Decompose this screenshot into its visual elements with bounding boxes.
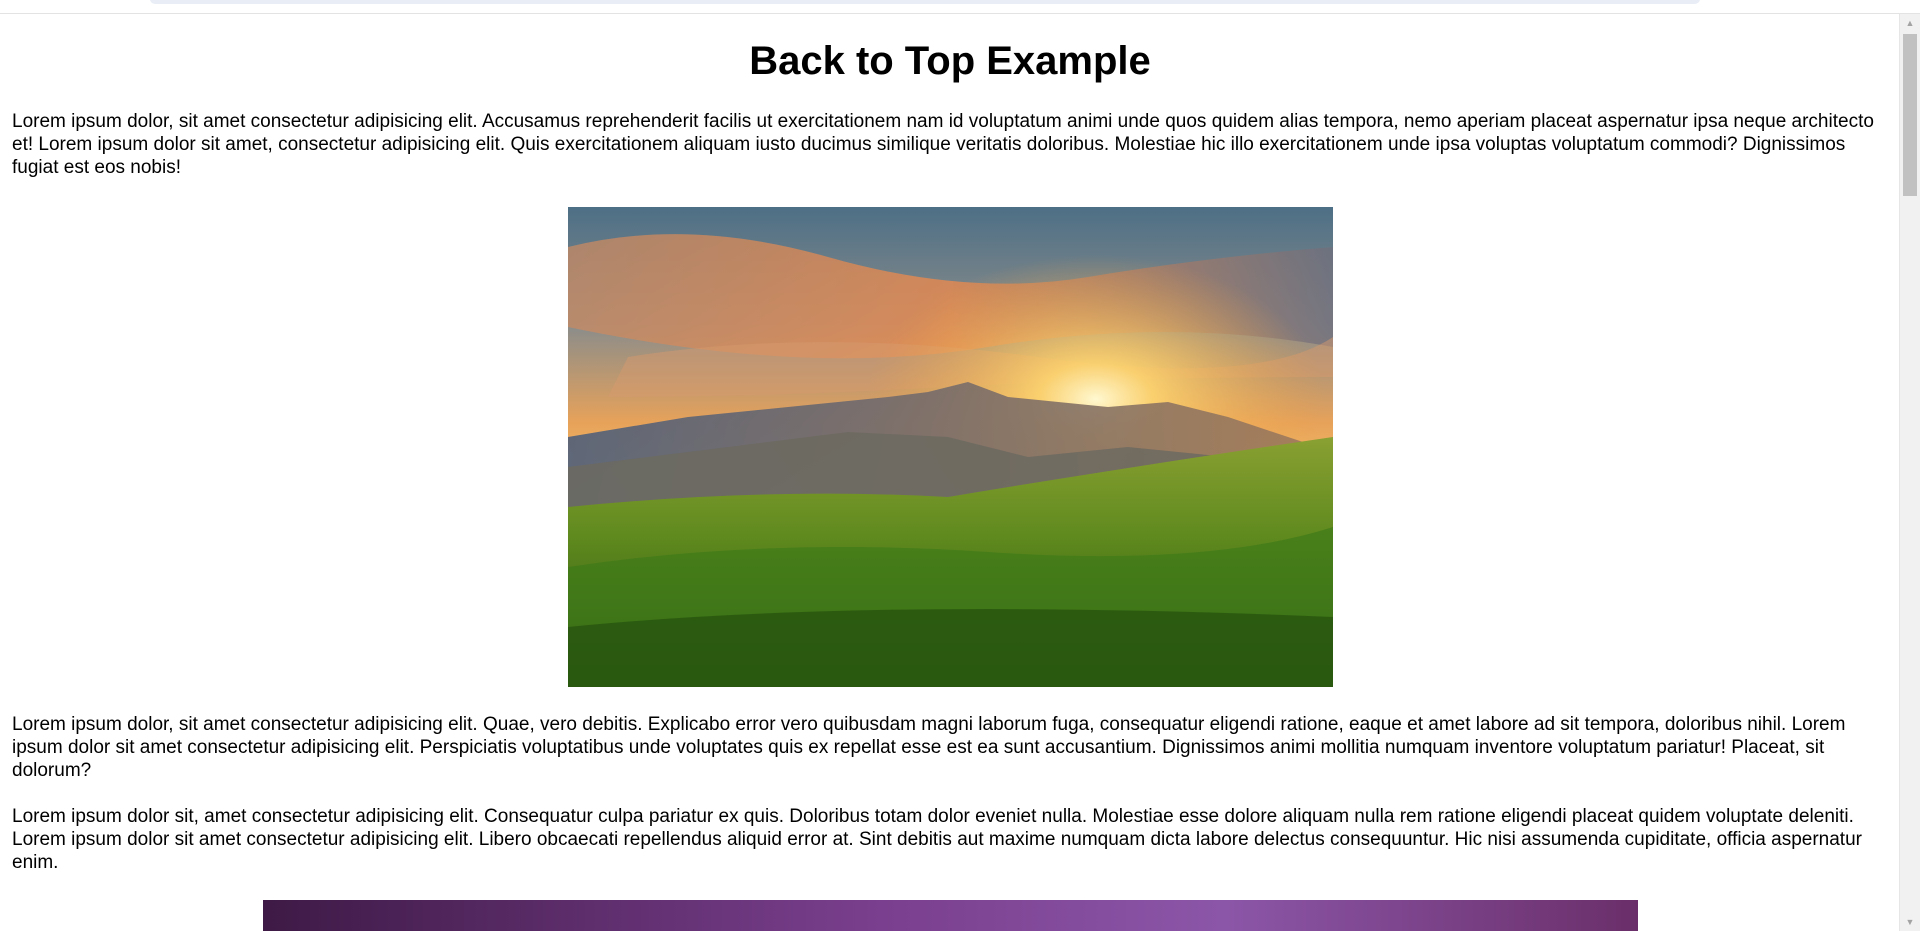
- browser-top-edge: [0, 0, 1920, 14]
- address-bar-edge[interactable]: [150, 0, 1700, 4]
- purple-sky-image: [262, 900, 1638, 931]
- triangle-down-icon[interactable]: ▼: [1900, 913, 1920, 931]
- page-viewport: Back to Top Example Lorem ipsum dolor, s…: [0, 14, 1900, 931]
- triangle-up-icon[interactable]: ▲: [1900, 14, 1920, 32]
- paragraph-3: Lorem ipsum dolor sit, amet consectetur …: [12, 806, 1862, 873]
- paragraph-1: Lorem ipsum dolor, sit amet consectetur …: [12, 111, 1874, 178]
- scrollbar-thumb[interactable]: [1903, 34, 1917, 196]
- vertical-scrollbar[interactable]: ▲ ▼: [1899, 14, 1920, 931]
- paragraph-2: Lorem ipsum dolor, sit amet consectetur …: [12, 714, 1846, 781]
- page-title: Back to Top Example: [749, 39, 1151, 83]
- image-2-container: [0, 900, 1900, 931]
- image-1-container: [0, 207, 1900, 687]
- mountain-sunset-image: [567, 207, 1333, 687]
